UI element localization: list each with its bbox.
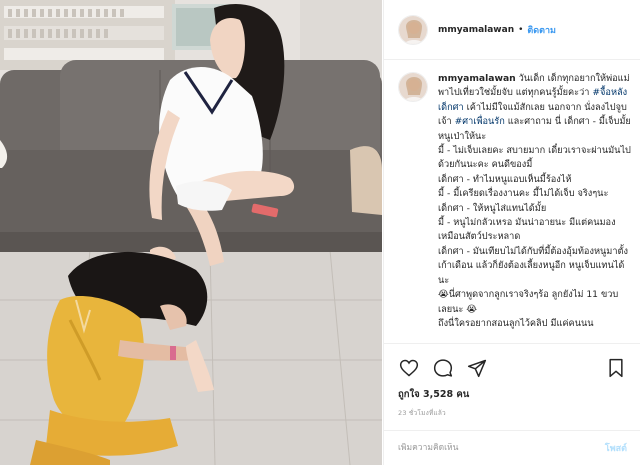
caption-text-part: และศาถาม นี่ เด็กศา - มี้เจ็บมั้ย หนูเป่… <box>438 116 631 329</box>
bookmark-icon[interactable] <box>605 357 627 379</box>
comment-box: โพสต์ <box>384 430 640 465</box>
speech-bubble-icon[interactable] <box>432 357 454 379</box>
caption-area: mmyamalawan วันเด็ก เด็กทุกอยากให้พ่อแม่… <box>384 60 640 343</box>
post-timestamp[interactable]: 23 ชั่วโมงที่แล้ว <box>398 408 627 418</box>
header-separator: • <box>518 24 524 35</box>
comment-input[interactable] <box>398 443 605 453</box>
header-username[interactable]: mmyamalawan <box>438 25 514 35</box>
hashtag-link[interactable]: #ศาเพื่อนรัก <box>455 116 505 127</box>
caption-avatar[interactable] <box>398 72 428 102</box>
post-photo[interactable] <box>0 0 382 465</box>
post-comment-button[interactable]: โพสต์ <box>605 441 627 455</box>
likes-count[interactable]: ถูกใจ 3,528 คน <box>398 387 627 402</box>
post-image <box>0 0 382 465</box>
post-header: mmyamalawan • ติดตาม <box>384 0 640 60</box>
caption-username[interactable]: mmyamalawan <box>438 73 516 84</box>
heart-icon[interactable] <box>398 357 420 379</box>
action-icons <box>398 356 627 380</box>
post-actions: ถูกใจ 3,528 คน 23 ชั่วโมงที่แล้ว <box>384 343 640 435</box>
caption-text: mmyamalawan วันเด็ก เด็กทุกอยากให้พ่อแม่… <box>438 72 631 343</box>
paper-plane-icon[interactable] <box>466 357 488 379</box>
post-details-panel: mmyamalawan • ติดตาม mmyamalawan วันเด็ก… <box>383 0 640 465</box>
avatar[interactable] <box>398 14 428 45</box>
follow-button[interactable]: ติดตาม <box>527 23 556 37</box>
